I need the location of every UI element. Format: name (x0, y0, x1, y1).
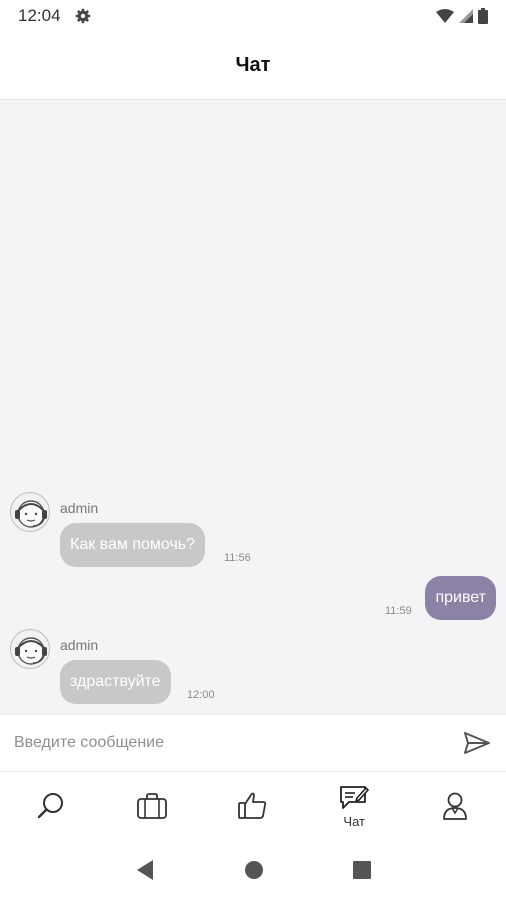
message-input[interactable] (14, 734, 454, 752)
thumbs-up-icon (238, 792, 267, 819)
wifi-icon (436, 9, 454, 23)
message-bubble-incoming[interactable]: Как вам помочь? (60, 523, 206, 567)
send-icon (464, 732, 490, 754)
profile-icon (443, 792, 468, 820)
chat-icon (340, 785, 370, 809)
back-icon[interactable] (135, 859, 155, 881)
tab-chat[interactable]: Чат (304, 772, 405, 840)
support-avatar-icon (10, 492, 50, 532)
tab-search[interactable] (0, 772, 101, 840)
bottom-tab-bar: Чат (0, 772, 506, 840)
support-avatar-icon (10, 629, 50, 669)
home-icon[interactable] (244, 860, 264, 880)
app-header: Чат (0, 32, 506, 100)
tab-likes[interactable] (202, 772, 303, 840)
send-button[interactable] (462, 728, 492, 758)
status-bar: 12:04 (0, 0, 506, 32)
message-time: 11:56 (224, 552, 251, 564)
system-navigation-bar (0, 840, 506, 900)
message-time: 11:59 (385, 605, 412, 617)
tab-briefcase[interactable] (101, 772, 202, 840)
status-time: 12:04 (18, 6, 61, 25)
battery-icon (478, 8, 488, 24)
message-sender: admin (60, 500, 99, 516)
briefcase-icon (136, 793, 167, 819)
search-icon (37, 793, 63, 819)
recents-icon[interactable] (353, 861, 372, 879)
page-title: Чат (235, 54, 271, 76)
message-composer (0, 714, 506, 772)
chat-message-list[interactable]: admin Как вам помочь? 11:56 11:59 привет… (0, 100, 506, 714)
tab-profile[interactable] (405, 772, 506, 840)
signal-icon (459, 9, 473, 23)
tab-chat-label: Чат (343, 813, 365, 829)
message-bubble-outgoing[interactable]: привет (425, 576, 496, 620)
message-time: 12:00 (187, 689, 215, 701)
message-sender: admin (60, 637, 99, 653)
message-bubble-incoming[interactable]: здраствуйте (60, 660, 171, 704)
gear-icon (75, 8, 90, 24)
